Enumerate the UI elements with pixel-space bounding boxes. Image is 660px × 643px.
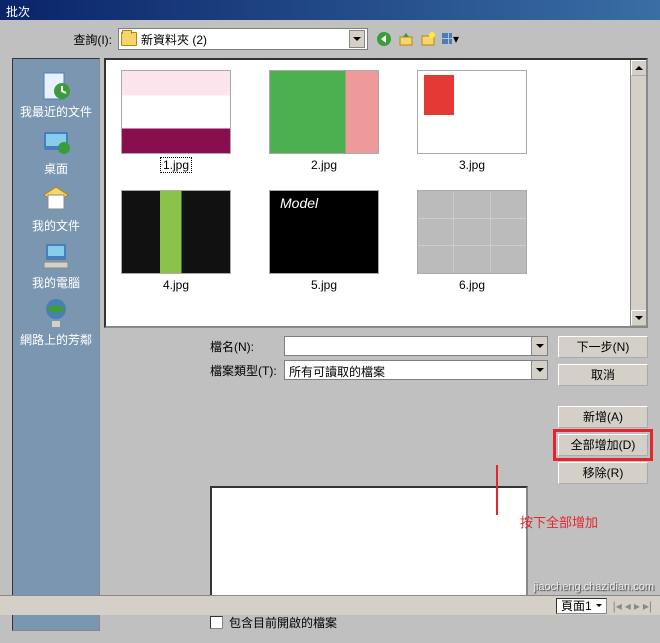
include-open-checkbox[interactable] [210,616,223,629]
cancel-button[interactable]: 取消 [558,364,648,386]
scroll-up-button[interactable] [631,60,647,76]
annotation-line [496,465,498,515]
sidebar-item-label: 我的電腦 [17,274,95,291]
right-side: 1.jpg 2.jpg 3.jpg 4.jpg 5.jpg 6.jpg 檔名(N… [104,58,648,631]
page-selector[interactable]: 頁面1 [556,598,607,614]
file-item[interactable]: 2.jpg [264,70,384,172]
thumb-grid: 1.jpg 2.jpg 3.jpg 4.jpg 5.jpg 6.jpg [112,66,640,296]
chevron-down-icon[interactable] [531,361,547,379]
scrollbar[interactable] [630,60,646,326]
lookup-label: 查詢(I): [62,31,112,48]
folder-icon [121,32,137,46]
include-open-label: 包含目前開啟的檔案 [229,614,337,631]
form-rows: 檔名(N): 檔案類型(T): 所有可讀取的檔案 下一步(N) 取消 新增(A)… [104,336,648,484]
next-button[interactable]: 下一步(N) [558,336,648,358]
chevron-down-icon[interactable] [531,337,547,355]
file-item[interactable]: 3.jpg [412,70,532,172]
sidebar-item-desktop[interactable]: 桌面 [15,124,97,179]
next-page-button[interactable]: ▸ [634,599,640,613]
file-item[interactable]: 6.jpg [412,190,532,292]
thumbnail-image [121,190,231,274]
filetype-input[interactable]: 所有可讀取的檔案 [284,360,548,380]
lookup-row: 查詢(I): 新資料夾 (2) ▾ [12,28,648,50]
thumbnail-image [269,190,379,274]
statusbar: 頁面1 |◂ ◂ ▸ ▸| [0,595,660,615]
file-item[interactable]: 4.jpg [116,190,236,292]
file-name: 3.jpg [459,158,485,172]
file-item[interactable]: 1.jpg [116,70,236,172]
lookup-combo[interactable]: 新資料夾 (2) [118,28,368,50]
up-button[interactable] [396,29,416,49]
chevron-down-icon [596,604,602,610]
file-name: 6.jpg [459,278,485,292]
thumbnail-image [269,70,379,154]
sidebar-item-label: 桌面 [17,160,95,177]
thumbnail-image [121,70,231,154]
file-name: 2.jpg [311,158,337,172]
nav-icons: ▾ [374,29,460,49]
add-button[interactable]: 新增(A) [558,406,648,428]
watermark: jiaocheng.chazidian.com [534,581,654,593]
prev-page-button[interactable]: ◂ [625,599,631,613]
sidebar-item-label: 我的文件 [17,217,95,234]
new-folder-button[interactable] [418,29,438,49]
file-name: 4.jpg [163,278,189,292]
file-pane[interactable]: 1.jpg 2.jpg 3.jpg 4.jpg 5.jpg 6.jpg [104,58,648,328]
filename-input[interactable] [284,336,548,356]
back-button[interactable] [374,29,394,49]
sidebar-item-documents[interactable]: 我的文件 [15,181,97,236]
file-name: 1.jpg [160,157,192,173]
file-name: 5.jpg [311,278,337,292]
sidebar-item-label: 我最近的文件 [17,103,95,120]
main-area: 我最近的文件 桌面 我的文件 我的電腦 網路上的芳鄰 1.jpg [12,58,648,631]
dialog-body: 查詢(I): 新資料夾 (2) ▾ 我最近的文件 桌面 我的文件 [0,20,660,643]
annotation-text: 按下全部增加 [520,512,598,531]
last-page-button[interactable]: ▸| [643,599,652,613]
places-sidebar: 我最近的文件 桌面 我的文件 我的電腦 網路上的芳鄰 [12,58,100,631]
sidebar-item-label: 網路上的芳鄰 [17,331,95,348]
thumbnail-image [417,190,527,274]
include-open-row: 包含目前開啟的檔案 [210,614,648,631]
titlebar: 批次 [0,0,660,20]
lookup-value: 新資料夾 (2) [141,31,345,48]
sidebar-item-network[interactable]: 網路上的芳鄰 [15,295,97,350]
filename-label: 檔名(N): [210,338,280,355]
window-title: 批次 [6,5,30,19]
add-all-button[interactable]: 全部增加(D) [558,434,648,456]
chevron-down-icon[interactable] [349,30,365,48]
buttons-column: 下一步(N) 取消 新增(A) 全部增加(D) 移除(R) [558,336,648,484]
thumbnail-image [417,70,527,154]
filetype-label: 檔案類型(T): [210,362,280,379]
remove-button[interactable]: 移除(R) [558,462,648,484]
view-menu-button[interactable]: ▾ [440,29,460,49]
scroll-down-button[interactable] [631,310,647,326]
selected-files-listbox[interactable] [210,486,528,606]
sidebar-item-computer[interactable]: 我的電腦 [15,238,97,293]
sidebar-item-recent[interactable]: 我最近的文件 [15,67,97,122]
page-nav: |◂ ◂ ▸ ▸| [613,599,652,613]
file-item[interactable]: 5.jpg [264,190,384,292]
first-page-button[interactable]: |◂ [613,599,622,613]
